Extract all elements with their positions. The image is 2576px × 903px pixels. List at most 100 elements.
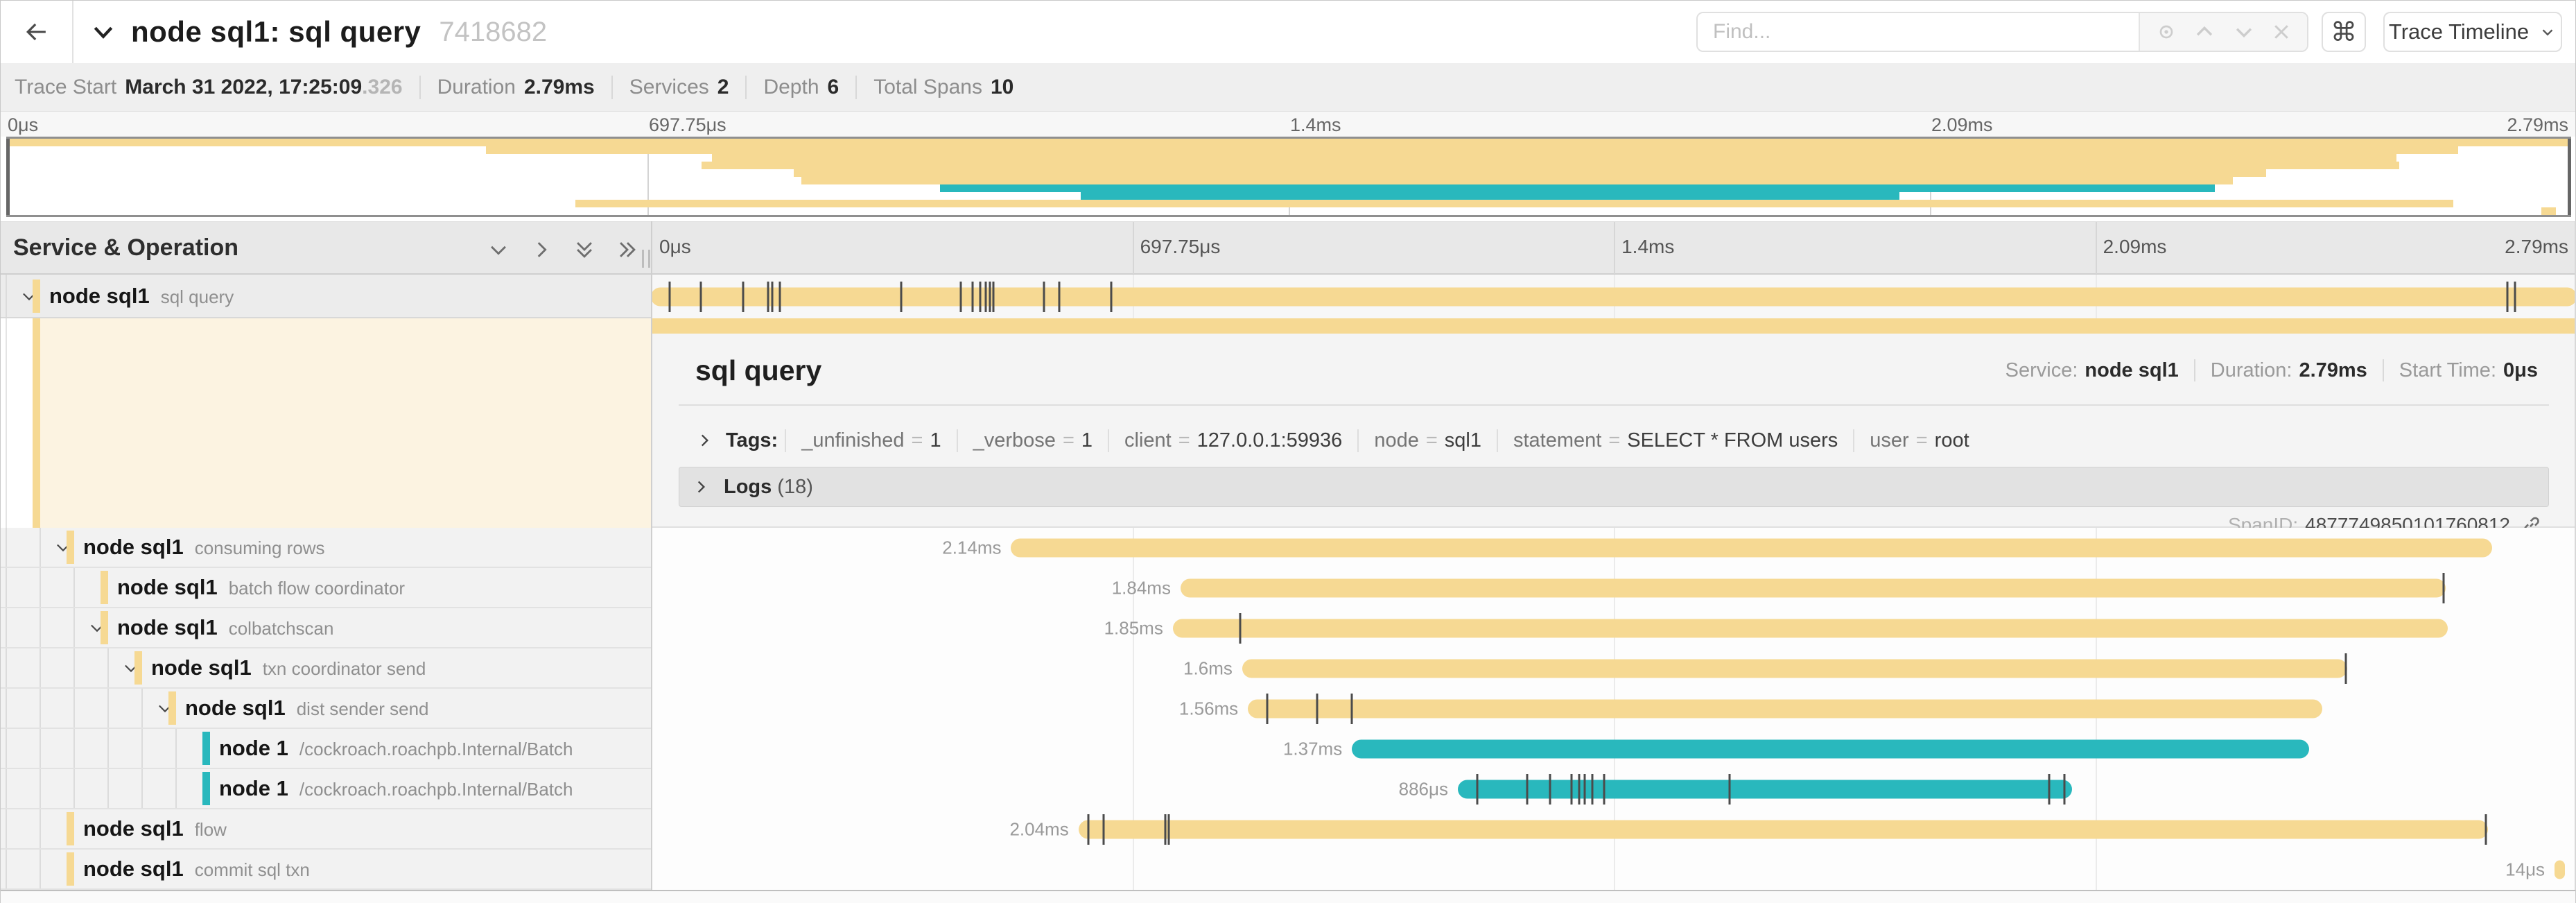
span-row[interactable]: node 1/cockroach.roachpb.Internal/Batch8… (1, 769, 2575, 809)
log-marker[interactable] (1351, 694, 1353, 724)
log-marker[interactable] (1578, 774, 1580, 805)
tree-cell-batch-flow-coordinator[interactable]: node sql1batch flow coordinator (1, 568, 651, 608)
find-input[interactable] (1698, 13, 2139, 51)
log-marker[interactable] (993, 282, 995, 312)
log-marker[interactable] (1584, 774, 1586, 805)
span-row[interactable]: node sql1flow2.04ms (1, 809, 2575, 850)
log-marker[interactable] (1239, 613, 1242, 644)
logs-accordion[interactable]: Logs (18) (679, 467, 2549, 507)
log-marker[interactable] (1476, 774, 1478, 805)
span-bar[interactable] (1079, 820, 2488, 839)
log-marker[interactable] (1316, 694, 1319, 724)
log-marker[interactable] (1592, 774, 1594, 805)
span-bar-cell[interactable]: 1.85ms (651, 608, 2576, 648)
tree-cell--cockroach-roachpb-internal-batch[interactable]: node 1/cockroach.roachpb.Internal/Batch (1, 769, 651, 809)
log-marker[interactable] (960, 282, 962, 312)
log-marker[interactable] (2064, 774, 2066, 805)
tree-cell--cockroach-roachpb-internal-batch[interactable]: node 1/cockroach.roachpb.Internal/Batch (1, 729, 651, 769)
log-marker[interactable] (1058, 282, 1060, 312)
locate-icon[interactable] (2155, 21, 2177, 43)
log-marker[interactable] (2048, 774, 2050, 805)
clear-find-icon[interactable] (2271, 22, 2292, 42)
view-selector-button[interactable]: Trace Timeline (2383, 12, 2562, 52)
span-bar-cell[interactable]: 14μs (651, 850, 2576, 890)
log-marker[interactable] (971, 282, 973, 312)
tree-cell-dist-sender-send[interactable]: node sql1dist sender send (1, 689, 651, 729)
tree-cell-consuming-rows[interactable]: node sql1consuming rows (1, 528, 651, 568)
collapse-all-icon[interactable] (572, 237, 597, 262)
span-bar-cell[interactable]: 2.04ms (651, 809, 2576, 850)
span-row[interactable]: node sql1sql query (1, 275, 2575, 318)
span-bar-cell[interactable]: 1.37ms (651, 729, 2576, 769)
keyboard-shortcuts-button[interactable]: ⌘ (2322, 12, 2366, 52)
log-marker[interactable] (2514, 282, 2516, 312)
log-marker[interactable] (2485, 814, 2487, 845)
log-marker[interactable] (1266, 694, 1268, 724)
span-bar-cell[interactable]: 2.14ms (651, 528, 2576, 568)
log-marker[interactable] (1526, 774, 1528, 805)
minimap-range-handle-right[interactable] (2568, 139, 2571, 215)
log-marker[interactable] (1728, 774, 1730, 805)
span-row[interactable]: node sql1dist sender send1.56ms (1, 689, 2575, 729)
column-resize-grip[interactable] (642, 250, 650, 268)
span-bar[interactable] (651, 287, 2576, 306)
log-marker[interactable] (767, 282, 769, 312)
expand-one-icon[interactable] (529, 237, 554, 262)
span-bar-cell[interactable]: 886μs (651, 769, 2576, 809)
log-marker[interactable] (1549, 774, 1551, 805)
span-row[interactable]: node sql1batch flow coordinator1.84ms (1, 568, 2575, 608)
span-bar[interactable] (1173, 619, 2448, 638)
span-bar[interactable] (1352, 740, 2309, 759)
span-bar-cell[interactable]: 1.6ms (651, 648, 2576, 689)
log-marker[interactable] (1043, 282, 1045, 312)
log-marker[interactable] (2506, 282, 2508, 312)
next-match-icon[interactable] (2232, 20, 2256, 44)
trace-title-group[interactable]: node sql1: sql query 7418682 (89, 1, 547, 63)
minimap-range-handle-left[interactable] (6, 139, 10, 215)
log-marker[interactable] (989, 282, 991, 312)
log-marker[interactable] (1164, 814, 1166, 845)
tags-row[interactable]: Tags: _unfinished = 1 _verbose = 1 clien… (695, 420, 1985, 461)
log-marker[interactable] (985, 282, 987, 312)
span-bar[interactable] (1181, 579, 2446, 598)
chevron-down-icon[interactable] (89, 18, 117, 46)
log-marker[interactable] (2443, 573, 2445, 603)
tree-cell-commit-sql-txn[interactable]: node sql1commit sql txn (1, 850, 651, 890)
span-bar-cell[interactable]: 1.84ms (651, 568, 2576, 608)
tree-cell-colbatchscan[interactable]: node sql1colbatchscan (1, 608, 651, 648)
tree-cell-txn-coordinator-send[interactable]: node sql1txn coordinator send (1, 648, 651, 689)
column-splitter[interactable] (651, 221, 652, 890)
log-marker[interactable] (772, 282, 774, 312)
span-bar-cell[interactable] (651, 275, 2576, 318)
span-bar-cell[interactable]: 1.56ms (651, 689, 2576, 729)
prev-match-icon[interactable] (2193, 20, 2216, 44)
log-marker[interactable] (1110, 282, 1112, 312)
span-row[interactable]: node sql1commit sql txn14μs (1, 850, 2575, 890)
log-marker[interactable] (1603, 774, 1605, 805)
log-marker[interactable] (2344, 653, 2347, 684)
span-row[interactable]: node sql1colbatchscan1.85ms (1, 608, 2575, 648)
log-marker[interactable] (1102, 814, 1104, 845)
span-row[interactable]: node 1/cockroach.roachpb.Internal/Batch1… (1, 729, 2575, 769)
log-marker[interactable] (742, 282, 745, 312)
span-bar[interactable] (1242, 660, 2348, 678)
span-row[interactable]: node sql1txn coordinator send1.6ms (1, 648, 2575, 689)
log-marker[interactable] (980, 282, 982, 312)
span-row[interactable]: node sql1consuming rows2.14ms (1, 528, 2575, 568)
log-marker[interactable] (779, 282, 781, 312)
span-bar[interactable] (1248, 700, 2322, 719)
trace-minimap[interactable] (6, 137, 2571, 217)
log-marker[interactable] (1087, 814, 1089, 845)
expand-all-icon[interactable] (615, 237, 640, 262)
tree-cell-sql-query[interactable]: node sql1sql query (1, 275, 651, 318)
back-button[interactable] (1, 1, 73, 63)
log-marker[interactable] (1168, 814, 1170, 845)
log-marker[interactable] (668, 282, 670, 312)
tree-cell-flow[interactable]: node sql1flow (1, 809, 651, 850)
span-bar[interactable] (1011, 539, 2491, 558)
log-marker[interactable] (700, 282, 702, 312)
collapse-one-icon[interactable] (486, 237, 511, 262)
span-bar[interactable] (2555, 861, 2565, 879)
log-marker[interactable] (1570, 774, 1572, 805)
log-marker[interactable] (900, 282, 903, 312)
